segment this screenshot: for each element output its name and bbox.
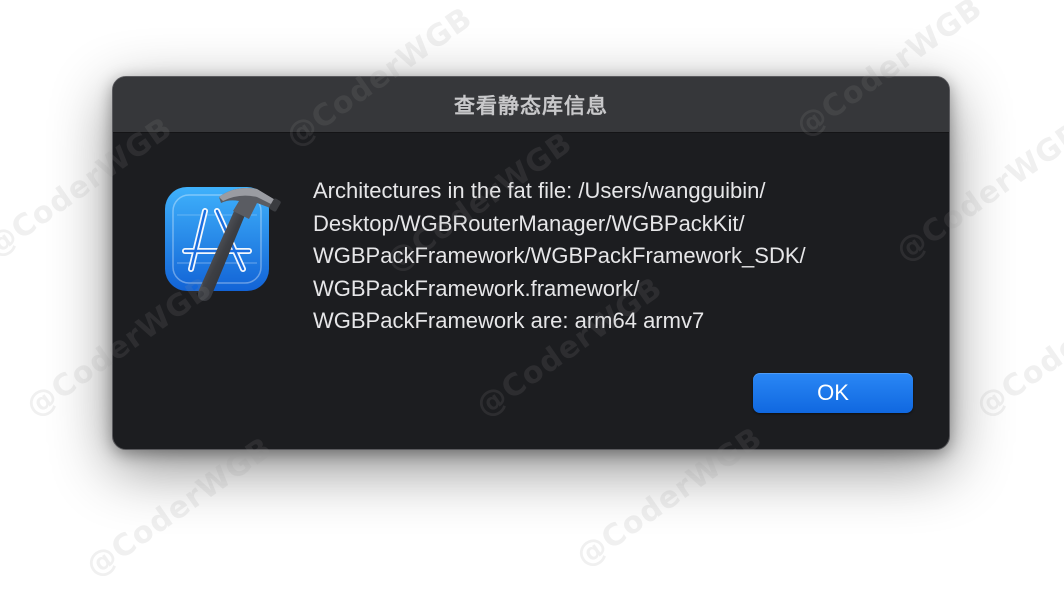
dialog-title: 查看静态库信息 xyxy=(454,93,608,118)
xcode-icon xyxy=(161,175,281,305)
dialog-message: Architectures in the fat file: /Users/wa… xyxy=(313,178,806,333)
alert-dialog: 查看静态库信息 Architectures in the fat file: /… xyxy=(112,76,950,450)
ok-button[interactable]: OK xyxy=(753,373,913,413)
screen: 查看静态库信息 Architectures in the fat file: /… xyxy=(0,0,1064,600)
watermark: @CoderWGB xyxy=(79,430,280,585)
dialog-titlebar: 查看静态库信息 xyxy=(113,77,949,133)
watermark: @CoderWGB xyxy=(969,270,1064,425)
